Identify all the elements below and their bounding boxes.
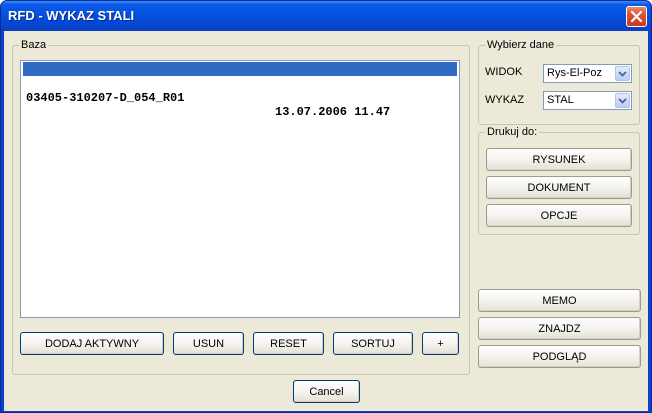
list-item-name: 03405-310207-D_054_R01 <box>26 91 185 105</box>
chevron-down-icon[interactable] <box>615 66 630 81</box>
list-item[interactable]: 03405-310207-D_054_R01 13.07.2006 11.47 <box>23 77 457 119</box>
chevron-down-icon[interactable] <box>615 93 630 108</box>
widok-select-value: Rys-El-Poz <box>547 67 603 79</box>
list-item-date: 10.07.2006 12.45 <box>275 90 391 104</box>
wykaz-select[interactable]: STAL <box>543 91 632 110</box>
dokument-button[interactable]: DOKUMENT <box>486 176 632 199</box>
wykaz-label: WYKAZ <box>485 94 525 106</box>
usun-button[interactable]: USUN <box>173 332 244 355</box>
znajdz-button[interactable]: ZNAJDZ <box>478 317 641 340</box>
wybierz-dane-group: Wybierz dane <box>478 39 640 125</box>
plus-button[interactable]: + <box>422 332 459 355</box>
dodaj-aktywny-button[interactable]: DODAJ AKTYWNY <box>20 332 164 355</box>
sortuj-button[interactable]: SORTUJ <box>333 332 413 355</box>
baza-group-label: Baza <box>19 39 49 51</box>
memo-button[interactable]: MEMO <box>478 289 641 312</box>
rysunek-button[interactable]: RYSUNEK <box>486 148 632 171</box>
reset-button[interactable]: RESET <box>253 332 324 355</box>
window-title: RFD - WYKAZ STALI <box>8 8 135 23</box>
podglad-button[interactable]: PODGLĄD <box>478 345 641 368</box>
list-item-date: 13.07.2006 11.47 <box>275 105 391 119</box>
widok-label: WIDOK <box>485 66 523 78</box>
close-button[interactable] <box>626 6 647 27</box>
opcje-button[interactable]: OPCJE <box>486 204 632 227</box>
dialog-client-area: Baza 03405-310207-D_019_R02 10.07.2006 1… <box>4 31 648 411</box>
title-bar[interactable]: RFD - WYKAZ STALI <box>1 1 651 31</box>
list-item[interactable]: 03405-310207-D_019_R02 10.07.2006 12.45 <box>23 62 457 104</box>
cancel-button[interactable]: Cancel <box>293 380 360 403</box>
dialog-window: RFD - WYKAZ STALI Baza 03405-310207-D_01… <box>0 0 652 413</box>
wykaz-select-value: STAL <box>547 94 574 106</box>
widok-select[interactable]: Rys-El-Poz <box>543 64 632 83</box>
close-icon <box>631 11 642 22</box>
baza-listbox[interactable]: 03405-310207-D_019_R02 10.07.2006 12.45 … <box>20 60 460 318</box>
drukuj-do-label: Drukuj do: <box>485 126 540 138</box>
wybierz-dane-label: Wybierz dane <box>485 39 557 51</box>
